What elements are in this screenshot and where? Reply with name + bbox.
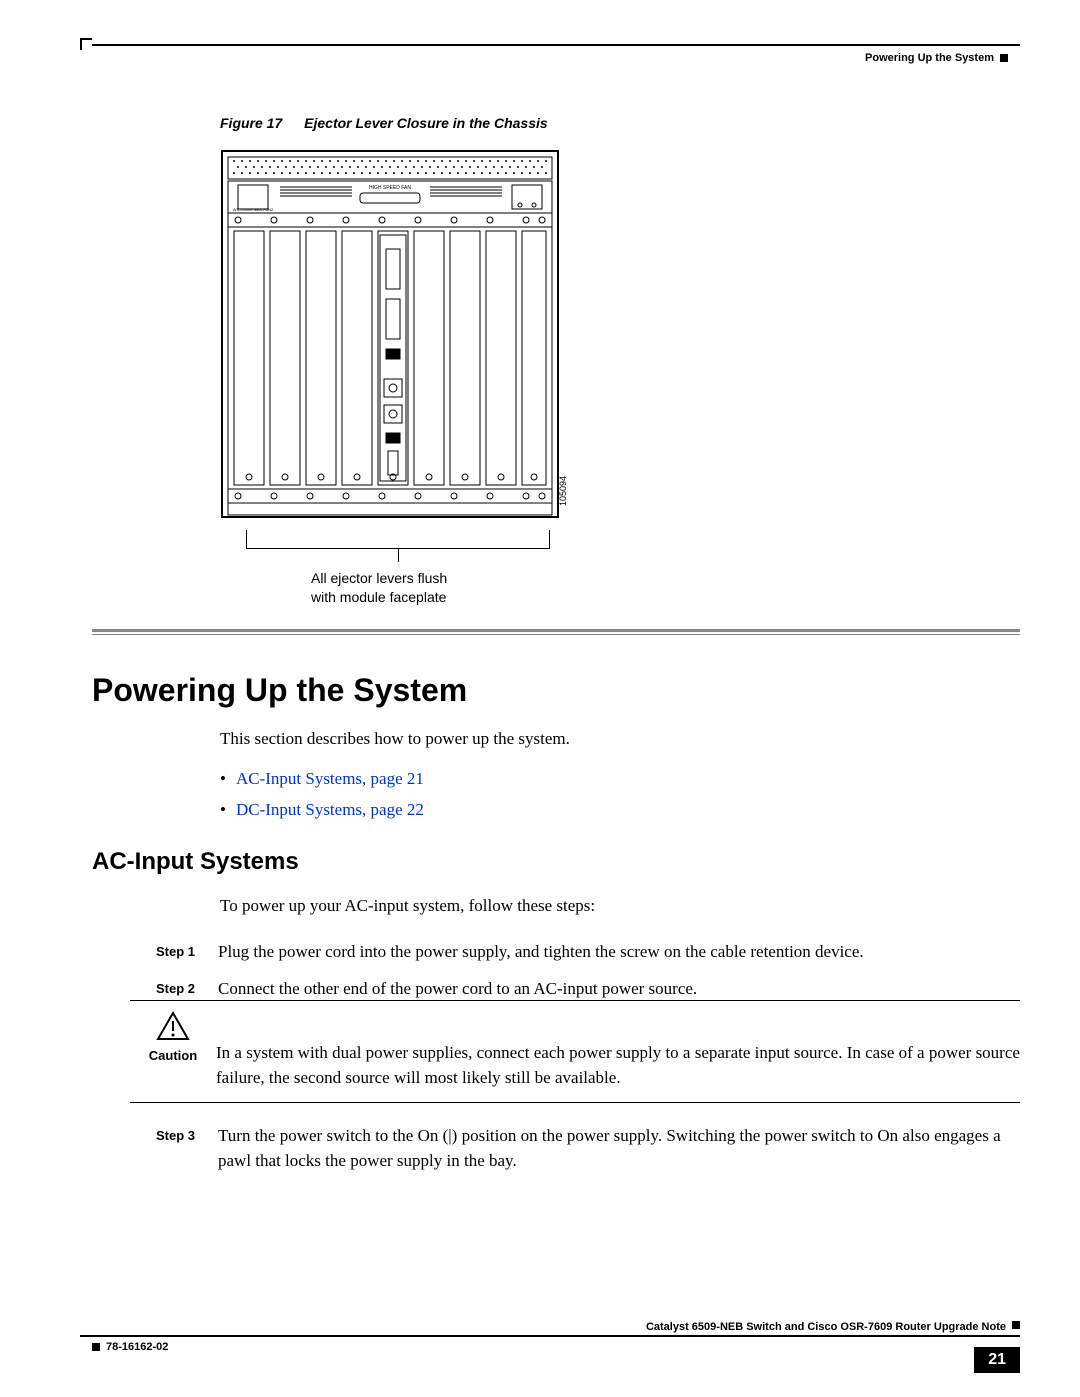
step-2-text: Connect the other end of the power cord … xyxy=(218,977,1020,1002)
warning-icon xyxy=(156,1011,190,1041)
callout-bracket xyxy=(246,530,550,549)
section-heading: Powering Up the System xyxy=(92,672,467,709)
caution-text: In a system with dual power supplies, co… xyxy=(216,1011,1020,1090)
chassis-diagram: HIGH SPEED FAN WS-C6509-NEB-FAN2 xyxy=(220,149,560,519)
link-dc-input[interactable]: DC-Input Systems, page 22 xyxy=(236,800,424,819)
step-1-label: Step 1 xyxy=(156,940,218,962)
step-1-text: Plug the power cord into the power suppl… xyxy=(218,940,1020,965)
footer-docnum: 78-16162-02 xyxy=(106,1341,168,1353)
step-3-text: Turn the power switch to the On (|) posi… xyxy=(218,1124,1020,1173)
step-2-label: Step 2 xyxy=(156,977,218,999)
figure-title: Ejector Lever Closure in the Chassis xyxy=(304,115,548,131)
figure-callout: All ejector levers flush with module fac… xyxy=(311,569,1020,607)
figure-number: Figure 17 xyxy=(220,115,282,131)
caution-label: Caution xyxy=(130,1048,216,1063)
section-divider xyxy=(92,629,1020,635)
svg-text:WS-C6509-NEB-FAN2: WS-C6509-NEB-FAN2 xyxy=(233,207,274,212)
caution-box: Caution In a system with dual power supp… xyxy=(130,1000,1020,1103)
crop-mark xyxy=(80,38,92,50)
step-3-label: Step 3 xyxy=(156,1124,218,1146)
link-ac-input[interactable]: AC-Input Systems, page 21 xyxy=(236,769,424,788)
section-intro: This section describes how to power up t… xyxy=(220,726,1020,752)
header-rule xyxy=(92,44,1020,46)
footer-book-title: Catalyst 6509-NEB Switch and Cisco OSR-7… xyxy=(646,1321,1006,1333)
figure-caption: Figure 17 Ejector Lever Closure in the C… xyxy=(220,115,1020,131)
diagram-id: 105094 xyxy=(558,476,568,506)
subsection-heading: AC-Input Systems xyxy=(92,848,299,876)
page-number: 21 xyxy=(974,1347,1020,1373)
svg-text:HIGH SPEED FAN: HIGH SPEED FAN xyxy=(369,185,411,191)
subsection-intro: To power up your AC-input system, follow… xyxy=(220,896,1020,916)
running-header: Powering Up the System xyxy=(865,52,1008,64)
page-footer: Catalyst 6509-NEB Switch and Cisco OSR-7… xyxy=(80,1321,1020,1353)
